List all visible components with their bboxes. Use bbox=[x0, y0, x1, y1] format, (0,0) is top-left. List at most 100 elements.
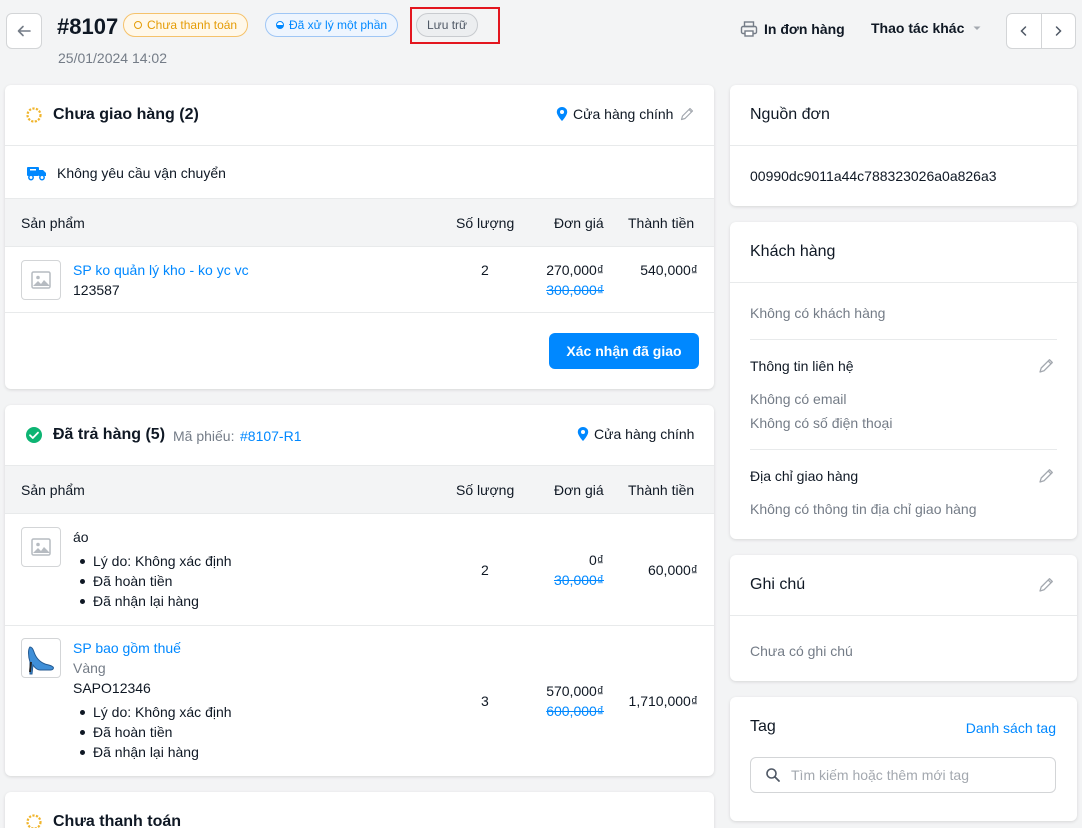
chevron-down-icon bbox=[973, 26, 981, 30]
return-notes-list: Lý do: Không xác định Đã hoàn tiền Đã nh… bbox=[73, 702, 232, 762]
product-original-price: 30,000₫ bbox=[553, 572, 604, 588]
location-pin-icon bbox=[577, 427, 589, 441]
order-pager bbox=[1006, 13, 1076, 49]
returned-location: Cửa hàng chính bbox=[576, 426, 694, 442]
col-product: Sản phẩm bbox=[21, 215, 85, 231]
col-total: Thành tiền bbox=[628, 215, 695, 231]
confirm-delivered-button[interactable]: Xác nhận đã giao bbox=[549, 333, 699, 369]
edit-pencil-icon[interactable] bbox=[1037, 357, 1055, 375]
chevron-left-icon bbox=[1020, 26, 1026, 36]
product-name-link[interactable]: SP ko quản lý kho - ko yc vc bbox=[73, 262, 249, 278]
unfulfilled-table-header: Sản phẩm Số lượng Đơn giá Thành tiền bbox=[5, 198, 714, 247]
highlight-box bbox=[410, 7, 500, 44]
order-number: #8107 bbox=[57, 14, 119, 39]
shipping-address-value: Không có thông tin địa chỉ giao hàng bbox=[750, 501, 977, 517]
product-thumbnail bbox=[21, 638, 61, 678]
contact-phone: Không có số điện thoại bbox=[750, 415, 893, 431]
tag-card: Tag Danh sách tag Tìm kiếm hoặc thêm mới… bbox=[730, 697, 1077, 821]
source-title: Nguồn đơn bbox=[750, 106, 830, 123]
tag-list-link[interactable]: Danh sách tag bbox=[966, 720, 1056, 736]
col-total: Thành tiền bbox=[628, 482, 695, 498]
print-order-button[interactable]: In đơn hàng bbox=[740, 20, 845, 38]
list-item: Đã hoàn tiền bbox=[73, 571, 232, 591]
list-item: Lý do: Không xác định bbox=[73, 551, 232, 571]
product-price: 0₫ bbox=[589, 552, 604, 568]
tag-search-placeholder: Tìm kiếm hoặc thêm mới tag bbox=[791, 767, 970, 783]
truck-icon bbox=[27, 167, 46, 181]
product-line-total: 1,710,000₫ bbox=[628, 693, 698, 709]
product-qty: 2 bbox=[481, 262, 489, 278]
no-customer-text: Không có khách hàng bbox=[750, 305, 886, 321]
product-qty: 3 bbox=[481, 693, 489, 709]
col-unit-price: Đơn giá bbox=[554, 482, 604, 498]
unpaid-card: Chưa thanh toán bbox=[5, 792, 714, 828]
note-title: Ghi chú bbox=[750, 576, 806, 593]
returned-card: Đã trả hàng (5) Mã phiếu: #8107-R1 Cửa h… bbox=[5, 405, 714, 776]
printer-icon bbox=[740, 21, 758, 37]
location-pin-icon bbox=[556, 107, 568, 121]
product-sku: SAPO12346 bbox=[73, 680, 151, 696]
product-line-total: 60,000₫ bbox=[647, 562, 698, 578]
shipping-note: Không yêu cầu vận chuyển bbox=[57, 165, 226, 181]
half-dot-icon bbox=[276, 21, 284, 29]
next-order-button[interactable] bbox=[1042, 14, 1076, 48]
product-original-price: 300,000₫ bbox=[546, 282, 604, 298]
return-notes-list: Lý do: Không xác định Đã hoàn tiền Đã nh… bbox=[73, 551, 232, 611]
pending-sun-icon bbox=[26, 107, 42, 123]
unpaid-title: Chưa thanh toán bbox=[53, 813, 182, 828]
order-source-card: Nguồn đơn 00990dc9011a44c788323026a0a826… bbox=[730, 85, 1077, 206]
product-thumbnail bbox=[21, 527, 61, 567]
return-ticket-link[interactable]: #8107-R1 bbox=[240, 428, 302, 444]
returned-title: Đã trả hàng (5) bbox=[53, 426, 166, 443]
chevron-right-icon bbox=[1056, 26, 1062, 36]
check-circle-icon bbox=[26, 427, 42, 443]
previous-order-button[interactable] bbox=[1007, 14, 1042, 48]
unfulfilled-card: Chưa giao hàng (2) Cửa hàng chính Không … bbox=[5, 85, 714, 389]
shipping-address-title: Địa chỉ giao hàng bbox=[750, 468, 859, 484]
unfulfilled-location[interactable]: Cửa hàng chính bbox=[555, 106, 695, 122]
product-thumbnail bbox=[21, 260, 61, 300]
return-ticket-label: Mã phiếu: bbox=[173, 428, 235, 444]
pending-dot-icon bbox=[134, 21, 142, 29]
col-quantity: Số lượng bbox=[456, 215, 515, 231]
product-original-price: 600,000₫ bbox=[546, 703, 604, 719]
search-icon bbox=[766, 768, 780, 782]
product-name: áo bbox=[73, 529, 89, 545]
back-arrow-icon bbox=[17, 25, 31, 37]
contact-email: Không có email bbox=[750, 391, 847, 407]
customer-title: Khách hàng bbox=[750, 243, 836, 260]
image-placeholder-icon bbox=[31, 271, 51, 289]
returned-table-header: Sản phẩm Số lượng Đơn giá Thành tiền bbox=[5, 465, 714, 514]
edit-pencil-icon[interactable] bbox=[679, 106, 695, 122]
product-variant: Vàng bbox=[73, 660, 106, 676]
more-actions-dropdown[interactable]: Thao tác khác bbox=[871, 20, 982, 36]
payment-status-badge: Chưa thanh toán bbox=[123, 13, 249, 37]
order-header: #8107 Chưa thanh toán Đã xử lý một phần … bbox=[0, 0, 1082, 78]
edit-pencil-icon[interactable] bbox=[1037, 467, 1055, 485]
high-heel-shoe-icon bbox=[28, 646, 54, 675]
pending-sun-icon bbox=[26, 814, 42, 828]
tag-search-input[interactable]: Tìm kiếm hoặc thêm mới tag bbox=[750, 757, 1056, 793]
product-line-total: 540,000₫ bbox=[640, 262, 698, 278]
list-item: Lý do: Không xác định bbox=[73, 702, 232, 722]
product-price: 270,000₫ bbox=[546, 262, 604, 278]
col-product: Sản phẩm bbox=[21, 482, 85, 498]
back-button[interactable] bbox=[6, 13, 42, 49]
product-name-link[interactable]: SP bao gồm thuế bbox=[73, 640, 181, 656]
col-unit-price: Đơn giá bbox=[554, 215, 604, 231]
contact-info-title: Thông tin liên hệ bbox=[750, 358, 854, 374]
list-item: Đã nhận lại hàng bbox=[73, 742, 232, 762]
source-value: 00990dc9011a44c788323026a0a826a3 bbox=[750, 168, 997, 184]
tag-title: Tag bbox=[750, 718, 776, 735]
processing-status-badge: Đã xử lý một phần bbox=[265, 13, 399, 37]
customer-card: Khách hàng Không có khách hàng Thông tin… bbox=[730, 222, 1077, 539]
product-sku: 123587 bbox=[73, 282, 120, 298]
unfulfilled-title: Chưa giao hàng (2) bbox=[53, 106, 199, 123]
product-price: 570,000₫ bbox=[546, 683, 604, 699]
order-date: 25/01/2024 14:02 bbox=[58, 50, 167, 66]
note-empty-text: Chưa có ghi chú bbox=[750, 643, 853, 659]
edit-pencil-icon[interactable] bbox=[1037, 576, 1055, 594]
col-quantity: Số lượng bbox=[456, 482, 515, 498]
list-item: Đã hoàn tiền bbox=[73, 722, 232, 742]
list-item: Đã nhận lại hàng bbox=[73, 591, 232, 611]
